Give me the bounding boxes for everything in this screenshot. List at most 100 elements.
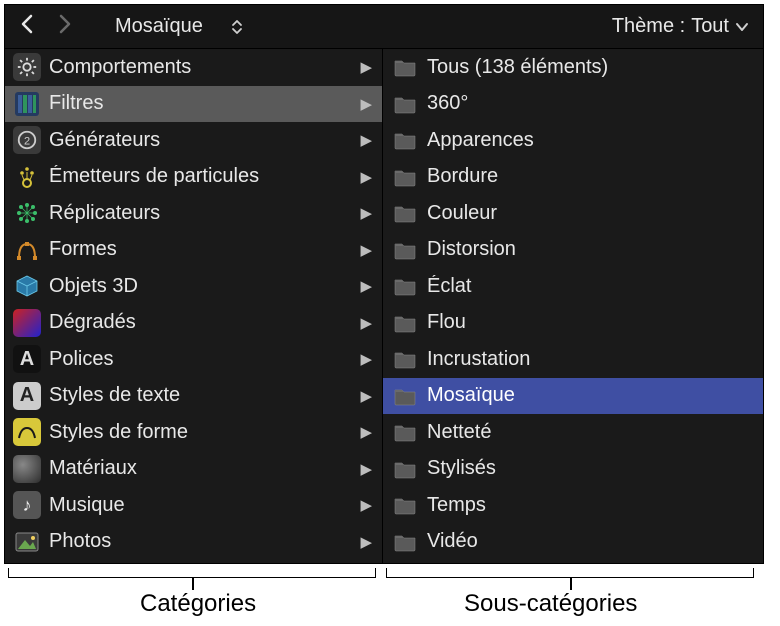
disclosure-arrow-icon: ▶ <box>360 460 372 478</box>
subcategory-item-apparences[interactable]: Apparences <box>383 122 763 159</box>
category-item-formes[interactable]: Formes ▶ <box>5 232 382 269</box>
disclosure-arrow-icon: ▶ <box>360 423 372 441</box>
subcategory-item-label: Apparences <box>427 129 753 152</box>
category-item-label: Formes <box>49 238 352 261</box>
path-popup[interactable]: Mosaïque <box>115 15 243 38</box>
filters-icon <box>13 90 41 118</box>
disclosure-arrow-icon: ▶ <box>360 168 372 186</box>
category-item-label: Matériaux <box>49 457 352 480</box>
subcategory-item-label: 360° <box>427 92 753 115</box>
category-item-label: Musique <box>49 494 352 517</box>
folder-icon <box>391 90 419 118</box>
subcategory-item-temps[interactable]: Temps <box>383 487 763 524</box>
subcategory-item-nettete[interactable]: Netteté <box>383 414 763 451</box>
category-item-label: Émetteurs de particules <box>49 165 352 188</box>
folder-icon <box>391 163 419 191</box>
photos-icon <box>13 528 41 556</box>
disclosure-arrow-icon: ▶ <box>360 314 372 332</box>
category-item-stylesforme[interactable]: Styles de forme ▶ <box>5 414 382 451</box>
shapes-icon <box>13 236 41 264</box>
annotation-overlay: Catégories Sous-catégories <box>4 568 764 622</box>
disclosure-arrow-icon: ▶ <box>360 533 372 551</box>
subcategory-item-label: Incrustation <box>427 348 753 371</box>
subcategory-item-bordure[interactable]: Bordure <box>383 159 763 196</box>
subcategory-item-video[interactable]: Vidéo <box>383 524 763 561</box>
library-panel: Mosaïque Thème : Tout Comportements▶Filt… <box>4 4 764 564</box>
disclosure-arrow-icon: ▶ <box>360 131 372 149</box>
subcategory-item-mosaique[interactable]: Mosaïque <box>383 378 763 415</box>
disclosure-arrow-icon: ▶ <box>360 241 372 259</box>
subcategory-item-label: Vidéo <box>427 530 753 553</box>
folder-icon <box>391 199 419 227</box>
chevron-left-icon <box>20 14 36 34</box>
nav-back-button[interactable] <box>15 14 41 40</box>
folder-icon <box>391 418 419 446</box>
annotation-bracket-left <box>8 568 376 578</box>
category-item-filtres[interactable]: Filtres▶ <box>5 86 382 123</box>
folder-icon <box>391 309 419 337</box>
folder-icon <box>391 236 419 264</box>
disclosure-arrow-icon: ▶ <box>360 58 372 76</box>
category-item-label: Photos <box>49 530 352 553</box>
subcategory-item-label: Flou <box>427 311 753 334</box>
category-item-photos[interactable]: Photos ▶ <box>5 524 382 561</box>
category-item-label: Filtres <box>49 92 352 115</box>
subcategory-item-360[interactable]: 360° <box>383 86 763 123</box>
folder-icon <box>391 491 419 519</box>
folder-icon <box>391 528 419 556</box>
category-item-particules[interactable]: Émetteurs de particules ▶ <box>5 159 382 196</box>
subcategory-item-label: Netteté <box>427 421 753 444</box>
replicator-icon <box>13 199 41 227</box>
category-item-stylestexte[interactable]: AStyles de texte▶ <box>5 378 382 415</box>
annotation-label-subcategories: Sous-catégories <box>464 590 637 618</box>
theme-popup[interactable]: Thème : Tout <box>612 15 753 38</box>
particle-emitter-icon <box>13 163 41 191</box>
category-item-generateurs[interactable]: 2Générateurs▶ <box>5 122 382 159</box>
disclosure-arrow-icon: ▶ <box>360 350 372 368</box>
category-item-musique[interactable]: ♪ Musique ▶ <box>5 487 382 524</box>
category-item-label: Dégradés <box>49 311 352 334</box>
disclosure-arrow-icon: ▶ <box>360 387 372 405</box>
subcategories-column: Tous (138 éléments) 360° Apparences Bordure… <box>383 49 763 563</box>
annotation-bracket-right <box>386 568 754 578</box>
subcategory-item-label: Stylisés <box>427 457 753 480</box>
music-icon: ♪ <box>13 491 41 519</box>
subcategory-item-label: Couleur <box>427 202 753 225</box>
gear-icon <box>13 53 41 81</box>
subcategory-item-label: Tous (138 éléments) <box>427 56 753 79</box>
category-item-polices[interactable]: APolices▶ <box>5 341 382 378</box>
category-item-materiaux[interactable]: Matériaux ▶ <box>5 451 382 488</box>
nav-forward-button[interactable] <box>51 14 77 40</box>
gradient-icon <box>13 309 41 337</box>
disclosure-arrow-icon: ▶ <box>360 496 372 514</box>
library-toolbar: Mosaïque Thème : Tout <box>5 5 763 49</box>
category-item-label: Réplicateurs <box>49 202 352 225</box>
subcategory-item-tous[interactable]: Tous (138 éléments) <box>383 49 763 86</box>
chevron-right-icon <box>56 14 72 34</box>
annotation-label-categories: Catégories <box>140 590 256 618</box>
category-item-label: Polices <box>49 348 352 371</box>
disclosure-arrow-icon: ▶ <box>360 277 372 295</box>
up-down-chevron-icon <box>231 18 243 36</box>
category-item-comportements[interactable]: Comportements▶ <box>5 49 382 86</box>
subcategory-item-stylises[interactable]: Stylisés <box>383 451 763 488</box>
subcategory-item-flou[interactable]: Flou <box>383 305 763 342</box>
category-item-objets3d[interactable]: Objets 3D▶ <box>5 268 382 305</box>
category-item-replicateurs[interactable]: Réplicateurs▶ <box>5 195 382 232</box>
subcategory-item-incrustation[interactable]: Incrustation <box>383 341 763 378</box>
subcategory-item-label: Mosaïque <box>427 384 753 407</box>
folder-icon <box>391 455 419 483</box>
subcategory-item-eclat[interactable]: Éclat <box>383 268 763 305</box>
folder-icon <box>391 53 419 81</box>
folder-icon <box>391 382 419 410</box>
subcategory-item-distorsion[interactable]: Distorsion <box>383 232 763 269</box>
theme-value-label: Tout <box>691 15 729 38</box>
category-item-label: Styles de forme <box>49 421 352 444</box>
category-item-degrades[interactable]: Dégradés ▶ <box>5 305 382 342</box>
annotation-stem-right <box>570 578 572 590</box>
folder-icon <box>391 126 419 154</box>
subcategory-item-couleur[interactable]: Couleur <box>383 195 763 232</box>
path-label: Mosaïque <box>115 15 203 38</box>
category-item-label: Générateurs <box>49 129 352 152</box>
materials-icon <box>13 455 41 483</box>
